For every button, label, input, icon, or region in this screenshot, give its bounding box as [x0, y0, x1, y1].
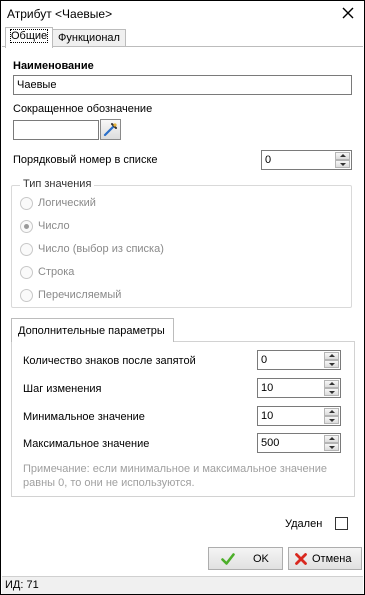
- ok-button-label: OK: [253, 553, 269, 565]
- order-spinner[interactable]: 0: [261, 150, 352, 170]
- general-tab-panel: Наименование Чаевые Сокращенное обозначе…: [2, 46, 363, 570]
- cancel-x-icon: [295, 553, 307, 565]
- status-bar: ИД: 71: [2, 576, 363, 594]
- radio-string-icon: [20, 266, 33, 279]
- close-icon[interactable]: [340, 5, 356, 21]
- name-input-value: Чаевые: [17, 79, 57, 91]
- short-name-label: Сокращенное обозначение: [13, 103, 153, 115]
- tab-bar: Общие Функционал: [2, 27, 363, 48]
- order-down-arrow-icon[interactable]: [335, 160, 350, 168]
- tab-functional-label: Функционал: [58, 32, 120, 44]
- deleted-checkbox[interactable]: [335, 517, 348, 530]
- min-value: 10: [261, 410, 274, 422]
- tab-functional[interactable]: Функционал: [52, 29, 126, 47]
- radio-number-list-icon: [20, 243, 33, 256]
- radio-logical-icon: [20, 197, 33, 210]
- tab-extra-params-label: Дополнительные параметры: [18, 325, 165, 337]
- min-down-arrow-icon[interactable]: [324, 416, 339, 424]
- step-value: 10: [261, 382, 274, 394]
- decimals-spinner[interactable]: 0: [257, 350, 341, 370]
- decimals-label: Количество знаков после запятой: [23, 355, 196, 367]
- radio-number-label: Число: [38, 220, 70, 232]
- tab-general[interactable]: Общие: [5, 27, 54, 48]
- extra-params-panel: Количество знаков после запятой 0 Шаг из…: [11, 341, 355, 497]
- picker-icon: [103, 123, 117, 137]
- tab-extra-params[interactable]: Дополнительные параметры: [11, 318, 174, 342]
- symbol-picker-button[interactable]: [100, 119, 121, 140]
- max-label: Максимальное значение: [23, 438, 150, 450]
- max-down-arrow-icon[interactable]: [324, 443, 339, 451]
- name-input[interactable]: Чаевые: [13, 75, 352, 95]
- tab-general-label: Общие: [9, 29, 49, 43]
- step-label: Шаг изменения: [23, 383, 102, 395]
- window-title: Атрибут <Чаевые>: [7, 7, 113, 21]
- title-bar: Атрибут <Чаевые>: [2, 2, 363, 26]
- order-up-arrow-icon[interactable]: [335, 152, 350, 160]
- id-status: ИД: 71: [5, 579, 39, 591]
- decimals-down-arrow-icon[interactable]: [324, 360, 339, 368]
- step-down-arrow-icon[interactable]: [324, 388, 339, 396]
- order-value: 0: [265, 154, 272, 166]
- radio-string-label: Строка: [38, 266, 75, 278]
- decimals-value: 0: [261, 354, 268, 366]
- attribute-dialog: Атрибут <Чаевые> Общие Функционал Наимен…: [0, 0, 365, 595]
- radio-number-icon: [20, 220, 33, 233]
- max-spinner[interactable]: 500: [257, 433, 341, 453]
- name-label: Наименование: [13, 60, 94, 72]
- min-spinner[interactable]: 10: [257, 406, 341, 426]
- max-value: 500: [261, 437, 280, 449]
- step-spinner[interactable]: 10: [257, 378, 341, 398]
- value-type-group: Тип значения Логический Число Число (выб…: [11, 178, 352, 308]
- cancel-button-label: Отмена: [312, 553, 352, 565]
- min-max-note: Примечание: если минимальное и максималь…: [23, 463, 327, 489]
- radio-logical-label: Логический: [38, 197, 96, 209]
- check-icon: [221, 553, 235, 565]
- cancel-button[interactable]: Отмена: [288, 547, 362, 570]
- value-type-title: Тип значения: [20, 178, 95, 190]
- min-up-arrow-icon[interactable]: [324, 408, 339, 416]
- min-label: Минимальное значение: [23, 411, 145, 423]
- radio-number-list-label: Число (выбор из списка): [38, 243, 164, 255]
- decimals-up-arrow-icon[interactable]: [324, 352, 339, 360]
- max-up-arrow-icon[interactable]: [324, 435, 339, 443]
- radio-enum-icon: [20, 289, 33, 302]
- radio-enum-label: Перечисляемый: [38, 289, 122, 301]
- ok-button[interactable]: OK: [208, 547, 283, 570]
- deleted-label: Удален: [285, 518, 323, 530]
- step-up-arrow-icon[interactable]: [324, 380, 339, 388]
- short-name-input[interactable]: [13, 120, 99, 140]
- order-label: Порядковый номер в списке: [13, 154, 158, 166]
